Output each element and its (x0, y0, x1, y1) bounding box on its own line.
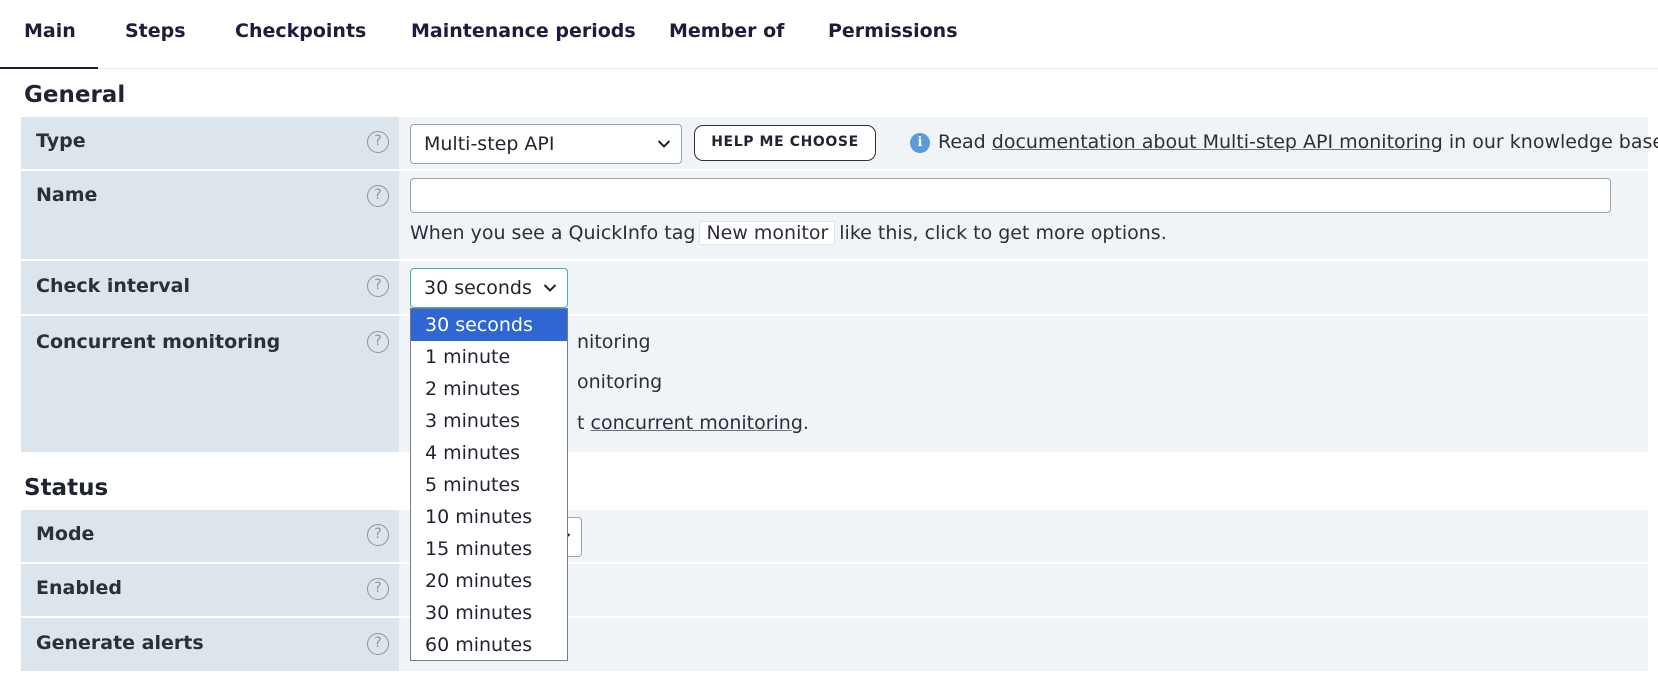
concurrent-option-1-text: nitoring (577, 331, 651, 353)
general-heading: General (24, 82, 126, 108)
type-label-cell: Type ? (21, 117, 399, 169)
interval-option[interactable]: 30 seconds (411, 309, 567, 341)
enabled-row: Enabled ? (21, 564, 1648, 616)
info-suffix: in our knowledge base. (1448, 131, 1658, 153)
name-value-cell: When you see a QuickInfo tag New monitor l… (399, 171, 1648, 259)
concurrent-help-icon[interactable]: ? (367, 331, 389, 353)
active-tab-indicator (0, 67, 98, 69)
generate-alerts-label: Generate alerts (36, 632, 204, 654)
interval-option[interactable]: 1 minute (411, 341, 567, 373)
concurrent-label-cell: Concurrent monitoring ? (21, 316, 399, 452)
type-select[interactable]: Multi-step API (410, 124, 682, 164)
interval-option[interactable]: 30 minutes (411, 597, 567, 629)
interval-option[interactable]: 15 minutes (411, 533, 567, 565)
check-interval-row: Check interval ? 30 seconds (21, 261, 1648, 314)
quickinfo-tag[interactable]: New monitor (699, 221, 836, 245)
check-interval-select[interactable]: 30 seconds (410, 268, 568, 308)
generate-alerts-row: Generate alerts ? (21, 618, 1648, 671)
interval-option[interactable]: 5 minutes (411, 469, 567, 501)
status-heading: Status (24, 475, 109, 501)
concurrent-info-prefix: t (577, 412, 585, 434)
generate-alerts-help-icon[interactable]: ? (367, 633, 389, 655)
interval-option[interactable]: 2 minutes (411, 373, 567, 405)
name-label: Name (36, 184, 98, 206)
mode-help-icon[interactable]: ? (367, 524, 389, 546)
hint-prefix: When you see a QuickInfo tag (410, 222, 696, 244)
enabled-label-cell: Enabled ? (21, 564, 399, 616)
generate-alerts-value-cell (399, 618, 1648, 671)
info-icon: i (910, 133, 930, 153)
enabled-help-icon[interactable]: ? (367, 578, 389, 600)
concurrent-monitoring-row: Concurrent monitoring ? nitoring onitori… (21, 316, 1648, 452)
hint-suffix: like this, click to get more options. (839, 222, 1167, 244)
concurrent-value-cell: nitoring onitoring t concurrent monitori… (399, 316, 1648, 452)
mode-label: Mode (36, 523, 95, 545)
enabled-label: Enabled (36, 577, 122, 599)
mode-value-cell (399, 510, 1648, 562)
concurrent-info-end: . (802, 412, 809, 434)
mode-row: Mode ? (21, 510, 1648, 562)
generate-alerts-label-cell: Generate alerts ? (21, 618, 399, 671)
name-label-cell: Name ? (21, 171, 399, 259)
name-help-icon[interactable]: ? (367, 185, 389, 207)
check-interval-label: Check interval (36, 275, 190, 297)
check-interval-value-cell: 30 seconds (399, 261, 1648, 314)
interval-option[interactable]: 20 minutes (411, 565, 567, 597)
type-info-text: Read documentation about Multi-step API … (938, 131, 1658, 153)
type-label: Type (36, 130, 86, 152)
interval-option[interactable]: 4 minutes (411, 437, 567, 469)
info-prefix: Read (938, 131, 986, 153)
quickinfo-hint: When you see a QuickInfo tag New monitor l… (410, 221, 1167, 245)
tab-permissions[interactable]: Permissions (828, 20, 958, 42)
chevron-down-icon (543, 284, 557, 292)
type-value-cell: Multi-step API HELP ME CHOOSE i Read doc… (399, 117, 1658, 169)
interval-option[interactable]: 10 minutes (411, 501, 567, 533)
interval-option[interactable]: 60 minutes (411, 629, 567, 661)
tab-bar: Main Steps Checkpoints Maintenance perio… (0, 0, 1658, 69)
check-interval-label-cell: Check interval ? (21, 261, 399, 314)
mode-label-cell: Mode ? (21, 510, 399, 562)
check-interval-help-icon[interactable]: ? (367, 275, 389, 297)
check-interval-dropdown-list[interactable]: 30 seconds 1 minute 2 minutes 3 minutes … (410, 308, 568, 661)
enabled-value-cell (399, 564, 1648, 616)
interval-option[interactable]: 3 minutes (411, 405, 567, 437)
concurrent-monitoring-link[interactable]: concurrent monitoring (591, 412, 803, 434)
concurrent-label: Concurrent monitoring (36, 331, 281, 353)
help-me-choose-button[interactable]: HELP ME CHOOSE (694, 125, 876, 161)
check-interval-select-value: 30 seconds (424, 277, 532, 299)
tab-steps[interactable]: Steps (125, 20, 186, 42)
chevron-down-icon (657, 140, 671, 148)
documentation-link[interactable]: documentation about Multi-step API monit… (992, 131, 1443, 153)
concurrent-info-text: t concurrent monitoring. (577, 412, 809, 434)
tab-checkpoints[interactable]: Checkpoints (235, 20, 366, 42)
name-input[interactable] (410, 178, 1611, 213)
type-select-value: Multi-step API (424, 133, 555, 155)
type-row: Type ? Multi-step API HELP ME CHOOSE i R… (21, 117, 1658, 169)
tab-main[interactable]: Main (24, 20, 76, 42)
name-row: Name ? When you see a QuickInfo tag New m… (21, 171, 1648, 259)
concurrent-option-2-text: onitoring (577, 371, 663, 393)
tab-maintenance-periods[interactable]: Maintenance periods (411, 20, 636, 42)
type-help-icon[interactable]: ? (367, 131, 389, 153)
tab-member-of[interactable]: Member of (669, 20, 784, 42)
